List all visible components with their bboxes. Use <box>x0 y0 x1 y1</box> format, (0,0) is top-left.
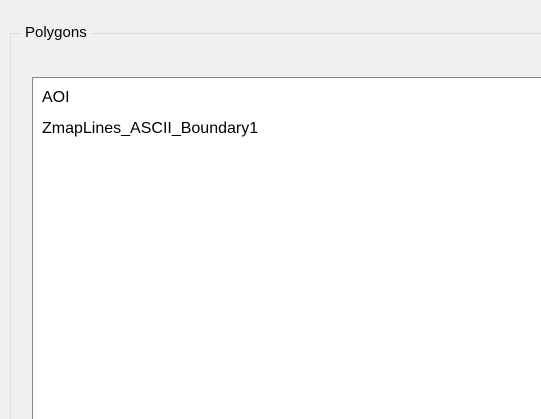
polygons-listbox[interactable]: AOI ZmapLines_ASCII_Boundary1 <box>32 77 541 419</box>
list-item-aoi[interactable]: AOI <box>42 87 70 109</box>
list-item-zmaplines-boundary[interactable]: ZmapLines_ASCII_Boundary1 <box>42 118 258 140</box>
polygons-groupbox-title: Polygons <box>21 22 91 44</box>
polygons-panel: Polygons AOI ZmapLines_ASCII_Boundary1 <box>0 0 541 419</box>
